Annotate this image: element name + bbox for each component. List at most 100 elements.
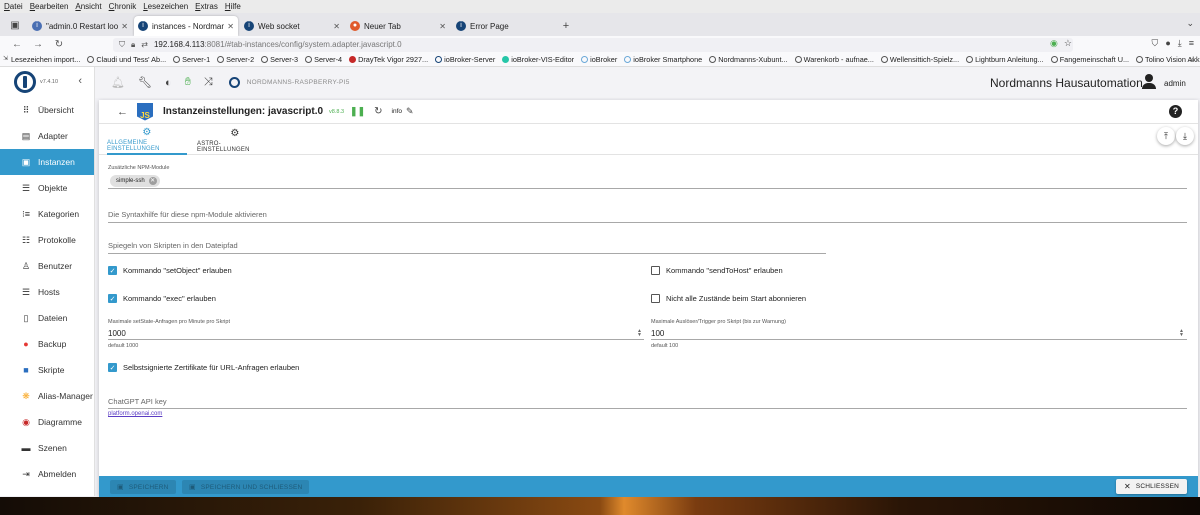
help-icon[interactable]: ? <box>1169 105 1182 118</box>
sidebar-item-hosts[interactable]: ☰ Hosts <box>0 279 94 305</box>
stepper-icon[interactable]: ▲ ▼ <box>1179 329 1184 338</box>
browser-tab-active[interactable]: i instances - Nordmanns-I ✕ <box>134 16 238 36</box>
sidebar-item-dateien[interactable]: ▯ Dateien <box>0 305 94 331</box>
syntax-help-input[interactable] <box>108 222 1187 223</box>
sidebar-item-instanzen[interactable]: ▣ Instanzen <box>0 149 94 175</box>
checkbox-unchecked-icon[interactable] <box>651 294 660 303</box>
bookmark-item[interactable]: ioBroker-Server <box>435 55 495 64</box>
bookmark-item[interactable]: ioBroker Smartphone <box>624 55 702 64</box>
bookmark-item[interactable]: Lightburn Anleitung... <box>966 55 1044 64</box>
collapse-sidebar-icon[interactable]: ‹ <box>78 75 82 87</box>
bookmark-item[interactable]: Claudi und Tess' Ab... <box>87 55 166 64</box>
new-tab-button[interactable]: + <box>558 16 574 36</box>
max-trigger-value[interactable]: 100 <box>651 329 664 338</box>
forward-icon[interactable]: → <box>33 39 43 50</box>
checkbox-no-subscribe[interactable]: Nicht alle Zustände beim Start abonniere… <box>651 294 806 303</box>
menu-hilfe[interactable]: Hilfe <box>225 2 241 11</box>
lock-icon[interactable]: 🔒︎ <box>131 40 135 50</box>
bookmark-item[interactable]: Wellensittich-Spielz... <box>880 55 959 64</box>
tab-general-settings[interactable]: ⚙ ALLGEMEINE EINSTELLUNGEN <box>107 125 187 155</box>
bookmark-item[interactable]: Fangemeinschaft U... <box>1050 55 1129 64</box>
checkbox-checked-icon[interactable]: ✓ <box>108 294 117 303</box>
chip-remove-icon[interactable]: ✕ <box>148 177 157 185</box>
checkbox-setobject[interactable]: ✓ Kommando "setObject" erlauben <box>108 266 232 275</box>
url-bar[interactable]: ⛉ 🔒︎ ⇄ 192.168.4.113:8081/#tab-instances… <box>113 37 1073 52</box>
pocket-icon[interactable]: ⛉ <box>1152 38 1159 49</box>
browser-tab[interactable]: i Error Page <box>452 16 556 36</box>
browser-tab[interactable]: i "admin.0 Restart loop de ✕ <box>28 16 132 36</box>
bookmark-item[interactable]: Nordmanns-Xubunt... <box>709 55 788 64</box>
sidebar-item-szenen[interactable]: ▬ Szenen <box>0 435 94 461</box>
checkbox-sendtohost[interactable]: Kommando "sendToHost" erlauben <box>651 266 783 275</box>
bookmark-star-icon[interactable]: ☆ <box>1064 38 1072 49</box>
bell-icon[interactable]: 🔔︎ <box>111 76 125 89</box>
max-setstate-value[interactable]: 1000 <box>108 329 126 338</box>
sidebar-item-objekte[interactable]: ☰ Objekte <box>0 175 94 201</box>
downloads-icon[interactable]: ⤓ <box>1178 38 1182 49</box>
back-arrow-icon[interactable]: ← <box>117 106 128 118</box>
save-and-close-button[interactable]: ▣ SPEICHERN UND SCHLIESSEN <box>182 480 310 494</box>
close-icon[interactable]: ✕ <box>439 22 446 31</box>
restart-icon[interactable]: ↻ <box>374 106 382 117</box>
reload-icon[interactable]: ↻ <box>54 39 64 50</box>
menu-extras[interactable]: Extras <box>195 2 218 11</box>
profile-icon[interactable]: ● <box>1165 38 1170 49</box>
browser-tab[interactable]: ● Neuer Tab ✕ <box>346 16 450 36</box>
bookmark-item[interactable]: Warenkorb - aufnae... <box>794 55 874 64</box>
shield-icon[interactable]: ⛉ <box>119 40 125 50</box>
bookmarks-overflow-icon[interactable]: » <box>1190 55 1194 64</box>
bookmark-item[interactable]: DrayTek Vigor 2927... <box>349 55 428 64</box>
tab-astro-settings[interactable]: ⚙ ASTRO-EINSTELLUNGEN <box>197 125 273 155</box>
bookmark-item[interactable]: Server-1 <box>173 55 210 64</box>
sidebar-item-backup[interactable]: ● Backup <box>0 331 94 357</box>
sidebar-item-benutzer[interactable]: ♙ Benutzer <box>0 253 94 279</box>
checkbox-checked-icon[interactable]: ✓ <box>108 266 117 275</box>
menu-lesezeichen[interactable]: Lesezeichen <box>143 2 188 11</box>
checkbox-exec[interactable]: ✓ Kommando "exec" erlauben <box>108 294 216 303</box>
user-avatar-icon[interactable] <box>1142 74 1156 90</box>
max-setstate-input[interactable] <box>108 339 644 340</box>
sidebar-item-skripte[interactable]: ■ Skripte <box>0 357 94 383</box>
max-trigger-input[interactable] <box>651 339 1187 340</box>
close-icon[interactable]: ✕ <box>333 22 340 31</box>
stepper-icon[interactable]: ▲ ▼ <box>637 329 642 338</box>
pencil-icon[interactable]: ✎ <box>406 106 414 117</box>
sidebar-item-alias-manager[interactable]: ❋ Alias-Manager <box>0 383 94 409</box>
menu-ansicht[interactable]: Ansicht <box>75 2 101 11</box>
tab-overflow-icon[interactable]: ⌄ <box>1186 18 1194 29</box>
upload-icon[interactable]: ⤒ <box>1157 127 1175 145</box>
bookmark-item[interactable]: ioBroker <box>581 55 617 64</box>
openai-link[interactable]: platform.openai.com <box>108 411 162 417</box>
download-icon[interactable]: ⤓ <box>1176 127 1194 145</box>
bookmark-item[interactable]: ⇲ Lesezeichen import... <box>2 55 80 64</box>
close-button[interactable]: ✕ SCHLIESSEN <box>1116 479 1187 494</box>
sidebar-item-uebersicht[interactable]: ⠿ Übersicht <box>0 97 94 123</box>
extension-icon[interactable]: ◉ <box>1050 38 1058 49</box>
checkbox-checked-icon[interactable]: ✓ <box>108 363 117 372</box>
chatgpt-key-input[interactable] <box>108 408 1187 409</box>
bookmark-item[interactable]: Server-2 <box>217 55 254 64</box>
bookmark-item[interactable]: Server-3 <box>261 55 298 64</box>
pause-icon[interactable]: ❚❚ <box>350 106 365 117</box>
mirror-path-input[interactable] <box>108 253 826 254</box>
permissions-icon[interactable]: ⇄ <box>141 40 148 49</box>
checkbox-unchecked-icon[interactable] <box>651 266 660 275</box>
theme-icon[interactable]: ◐ <box>165 77 172 89</box>
npm-modules-input[interactable] <box>108 188 1187 189</box>
npm-module-chip[interactable]: simple-ssh ✕ <box>110 175 160 187</box>
close-icon[interactable]: ✕ <box>121 22 128 31</box>
checkbox-self-signed[interactable]: ✓ Selbstsignierte Zertifikate für URL-An… <box>108 363 299 372</box>
sidebar-item-diagramme[interactable]: ◉ Diagramme <box>0 409 94 435</box>
user-name[interactable]: admin <box>1164 79 1186 88</box>
save-button[interactable]: ▣ SPEICHERN <box>110 480 176 494</box>
menu-datei[interactable]: Datei <box>4 2 23 11</box>
sidebar-item-abmelden[interactable]: ⇥ Abmelden <box>0 461 94 487</box>
browser-tab[interactable]: i Web socket ✕ <box>240 16 344 36</box>
sidebar-item-adapter[interactable]: ▤ Adapter <box>0 123 94 149</box>
shuffle-icon[interactable]: ⤨ <box>204 76 213 89</box>
wrench-icon[interactable]: 🔧︎ <box>138 76 152 89</box>
menu-chronik[interactable]: Chronik <box>109 2 137 11</box>
tab-list-icon[interactable]: ▣ <box>2 14 28 36</box>
menu-bearbeiten[interactable]: Bearbeiten <box>30 2 69 11</box>
menu-icon[interactable]: ≡ <box>1189 38 1194 49</box>
